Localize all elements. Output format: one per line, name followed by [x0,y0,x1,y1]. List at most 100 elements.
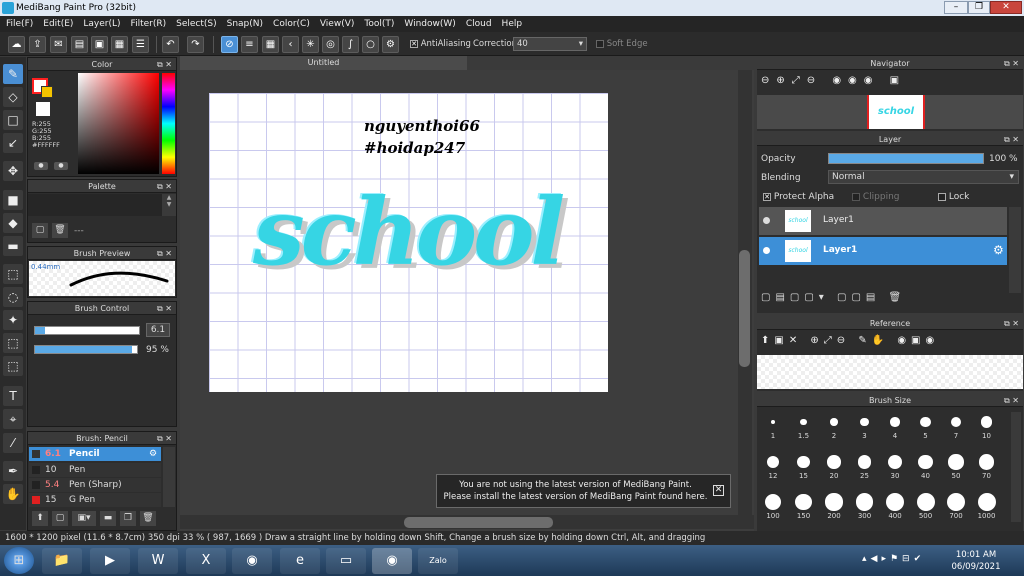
layer-scrollbar[interactable] [1009,207,1021,293]
magic-wand-icon[interactable]: ✦ [3,310,23,330]
word-icon[interactable]: W [138,548,178,574]
gradient-tool-icon[interactable]: ▬ [3,236,23,256]
menu-view[interactable]: View(V) [320,19,355,29]
select-eraser-icon[interactable]: ⬚ [3,356,23,376]
text-tool-icon[interactable]: T [3,386,23,406]
brush-size-option[interactable]: 150 [790,492,818,524]
dot-tool-icon[interactable]: □ [3,110,23,130]
brush-size-value[interactable]: 6.1 [146,323,170,337]
add-brush-icon[interactable]: ⬆ [32,511,48,526]
reference-controls[interactable]: ⬆▣✕ ⊕⤢⊖ ✎✋ ◉▣◉ [761,335,1021,351]
folder-icon[interactable]: ▬ [100,511,116,526]
menu-layer[interactable]: Layer(L) [83,19,120,29]
brush-size-option[interactable]: 700 [942,492,970,524]
brush-size-option[interactable]: 12 [759,452,787,484]
brush-size-option[interactable]: 400 [881,492,909,524]
blending-select[interactable]: Normal ▾ [828,170,1019,184]
brush-size-option[interactable]: 1.5 [790,412,818,444]
new-palette-icon[interactable]: ▢ [32,223,48,238]
brush-size-option[interactable]: 50 [942,452,970,484]
brush-size-option[interactable]: 200 [820,492,848,524]
close-notice-icon[interactable]: ✕ [713,485,724,496]
transparent-swatch[interactable] [36,102,50,116]
pen-edit-icon[interactable]: ✒ [3,461,23,481]
palette-area[interactable] [28,194,162,216]
zalo-icon[interactable]: Zalo [418,548,458,574]
brush-list-scroll[interactable] [163,447,175,507]
layer-row[interactable]: school Layer1 [759,207,1007,235]
brush-item-pencil[interactable]: 6.1 Pencil ⚙ [29,447,161,461]
snap-settings-icon[interactable]: ⚙ [382,36,399,53]
menu-window[interactable]: Window(W) [404,19,455,29]
brush-size-option[interactable]: 4 [881,412,909,444]
correction-select[interactable]: 40 ▾ [513,37,587,51]
layer-settings-gear-icon[interactable]: ⚙ [993,243,1004,257]
palette-scroll[interactable]: ▲ ▼ [162,194,176,216]
menu-help[interactable]: Help [502,19,523,29]
brush-size-option[interactable]: 100 [759,492,787,524]
brush-size-option[interactable]: 30 [881,452,909,484]
new-brush-icon[interactable]: ▢ [52,511,68,526]
clipping-option[interactable]: Clipping [852,192,900,202]
brush-size-option[interactable]: 20 [820,452,848,484]
brush-size-option[interactable]: 25 [851,452,879,484]
brush-size-option[interactable]: 40 [912,452,940,484]
brush-size-option[interactable]: 70 [973,452,1001,484]
brush-tool-icon[interactable]: ✎ [3,64,23,84]
menu-edit[interactable]: Edit(E) [43,19,73,29]
color-mode-button[interactable]: ● [34,162,48,170]
menu-filter[interactable]: Filter(R) [131,19,167,29]
close-window-button[interactable]: ✕ [990,1,1022,14]
lasso-tool-icon[interactable]: ◌ [3,287,23,307]
brush-item-pen-sharp[interactable]: 5.4 Pen (Sharp) [29,478,161,492]
menu-select[interactable]: Select(S) [176,19,217,29]
brush-size-option[interactable]: 1000 [973,492,1001,524]
brush-size-option[interactable]: 2 [820,412,848,444]
parallel-snap-icon[interactable]: ≡ [241,36,258,53]
brush-size-option[interactable]: 7 [942,412,970,444]
lock-option[interactable]: Lock [938,192,969,202]
delete-brush-icon[interactable]: 🗑 [140,511,156,526]
window-icon[interactable]: ▭ [326,548,366,574]
duplicate-brush-icon[interactable]: ❐ [120,511,136,526]
brush-size-option[interactable]: 3 [851,412,879,444]
layer-opacity-slider[interactable] [828,153,984,164]
brush-size-option[interactable]: 500 [912,492,940,524]
brush-size-option[interactable]: 1 [759,412,787,444]
circle-snap-icon[interactable]: ◎ [322,36,339,53]
list-icon[interactable]: ☰ [132,36,149,53]
snap-off-icon[interactable]: ⊘ [221,36,238,53]
hue-slider[interactable] [162,73,175,174]
fill-shape-icon[interactable]: ■ [3,190,23,210]
restore-button[interactable]: ❐ [968,1,990,14]
move-tool-icon[interactable]: ↙ [3,133,23,153]
navigator-view[interactable]: school [757,95,1023,129]
ie-icon[interactable]: e [280,548,320,574]
new-file-icon[interactable]: ▤ [71,36,88,53]
softedge-option[interactable]: Soft Edge [596,39,648,49]
transform-tool-icon[interactable]: ✥ [3,161,23,181]
menu-cloud[interactable]: Cloud [466,19,492,29]
menu-snap[interactable]: Snap(N) [227,19,263,29]
share-icon[interactable]: ⇪ [29,36,46,53]
ellipse-snap-icon[interactable]: ○ [362,36,379,53]
update-notice[interactable]: You are not using the latest version of … [436,474,731,508]
brush-size-scroll[interactable] [1011,412,1021,522]
curve-snap-icon[interactable]: ∫ [342,36,359,53]
media-player-icon[interactable]: ▶ [90,548,130,574]
bucket-tool-icon[interactable]: ◆ [3,213,23,233]
brush-opacity-slider[interactable] [34,345,138,354]
eyedropper-icon[interactable]: ⁄ [3,433,23,453]
vertical-scroll-thumb[interactable] [739,250,750,367]
excel-icon[interactable]: X [186,548,226,574]
brush-size-option[interactable]: 10 [973,412,1001,444]
cross-snap-icon[interactable]: ▦ [262,36,279,53]
menu-tool[interactable]: Tool(T) [364,19,394,29]
antialias-option[interactable]: ✕ AntiAliasing [410,39,471,49]
delete-palette-icon[interactable]: 🗑 [52,223,68,238]
hand-tool-icon[interactable]: ✋ [3,484,23,504]
brush-size-option[interactable]: 300 [851,492,879,524]
brush-item-pen[interactable]: 10 Pen [29,463,161,477]
layer-row-selected[interactable]: school Layer1 ⚙ [759,237,1007,265]
navigator-controls[interactable]: ⊖⊕⤢⊖ ◉◉◉ ▣ [761,75,1011,91]
